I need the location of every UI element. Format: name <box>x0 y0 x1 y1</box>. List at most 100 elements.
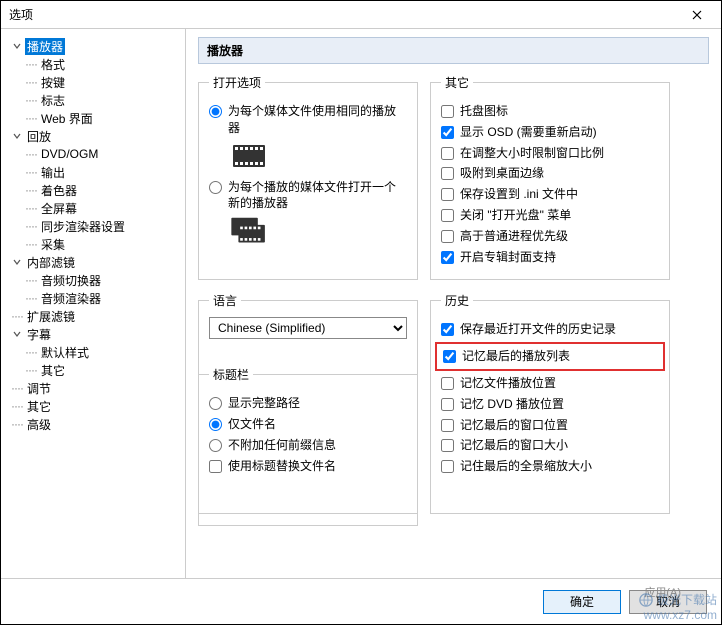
language-select[interactable]: Chinese (Simplified) <box>209 317 407 339</box>
legend-other: 其它 <box>441 74 473 91</box>
radio-filename-only-label: 仅文件名 <box>228 416 276 433</box>
chevron-down-icon[interactable] <box>11 130 23 142</box>
check-remember-win-pos[interactable] <box>441 419 454 432</box>
radio-full-path[interactable] <box>209 397 222 410</box>
chevron-down-icon[interactable] <box>11 40 23 52</box>
tree-label: 字幕 <box>25 326 53 343</box>
check-snap-desktop-label: 吸附到桌面边缘 <box>460 165 544 182</box>
radio-no-prefix-label: 不附加任何前缀信息 <box>228 437 336 454</box>
group-history: 历史 保存最近打开文件的历史记录 记忆最后的播放列表 记忆文件播放位置 记忆 D… <box>430 292 670 514</box>
tree-dots: ···· <box>25 345 37 359</box>
chevron-down-icon[interactable] <box>11 328 23 340</box>
tree-item-17[interactable]: ····默认样式 <box>5 343 181 361</box>
radio-new-player[interactable] <box>209 181 222 194</box>
tree-item-0[interactable]: 播放器 <box>5 37 181 55</box>
page-title: 播放器 <box>198 37 709 64</box>
nav-tree[interactable]: 播放器····格式····按键····标志····Web 界面回放····DVD… <box>1 29 186 578</box>
check-remember-file-pos-label: 记忆文件播放位置 <box>460 375 556 392</box>
radio-no-prefix[interactable] <box>209 439 222 452</box>
chevron-down-icon[interactable] <box>11 256 23 268</box>
group-titlebar: 标题栏 显示完整路径 仅文件名 不附加任何前缀信息 使用标题替换文件名 <box>198 366 418 526</box>
tree-label: 格式 <box>39 56 67 73</box>
tree-item-10[interactable]: ····同步渲染器设置 <box>5 217 181 235</box>
check-save-history[interactable] <box>441 323 454 336</box>
radio-same-player[interactable] <box>209 105 222 118</box>
tree-item-18[interactable]: ····其它 <box>5 361 181 379</box>
tree-item-1[interactable]: ····格式 <box>5 55 181 73</box>
tree-label: 全屏幕 <box>39 200 79 217</box>
tree-item-14[interactable]: ····音频渲染器 <box>5 289 181 307</box>
group-open-options: 打开选项 为每个媒体文件使用相同的播放器 为每个播放的媒体文件打开一个新的播放器 <box>198 74 418 280</box>
check-close-disc-menu-label: 关闭 "打开光盘" 菜单 <box>460 207 571 224</box>
tree-dots: ···· <box>25 219 37 233</box>
tree-label: 扩展滤镜 <box>25 308 77 325</box>
legend-titlebar: 标题栏 <box>209 366 253 383</box>
legend-language: 语言 <box>209 292 241 309</box>
tree-dots: ···· <box>25 147 37 161</box>
tree-item-9[interactable]: ····全屏幕 <box>5 199 181 217</box>
tree-item-13[interactable]: ····音频切换器 <box>5 271 181 289</box>
check-album-art[interactable] <box>441 251 454 264</box>
tree-item-21[interactable]: ····高级 <box>5 415 181 433</box>
tree-dots: ···· <box>25 201 37 215</box>
tree-dots: ···· <box>25 57 37 71</box>
check-remember-dvd-pos-label: 记忆 DVD 播放位置 <box>460 396 564 413</box>
film-stack-icon <box>229 216 269 246</box>
group-other: 其它 托盘图标 显示 OSD (需要重新启动) 在调整大小时限制窗口比例 吸附到… <box>430 74 670 280</box>
close-button[interactable] <box>681 5 713 25</box>
tree-dots: ···· <box>25 237 37 251</box>
check-tray-icon[interactable] <box>441 105 454 118</box>
tree-item-16[interactable]: 字幕 <box>5 325 181 343</box>
tree-label: 内部滤镜 <box>25 254 77 271</box>
tree-item-11[interactable]: ····采集 <box>5 235 181 253</box>
radio-full-path-label: 显示完整路径 <box>228 395 300 412</box>
radio-filename-only[interactable] <box>209 418 222 431</box>
tree-item-5[interactable]: 回放 <box>5 127 181 145</box>
tree-item-2[interactable]: ····按键 <box>5 73 181 91</box>
tree-label: 着色器 <box>39 182 79 199</box>
check-save-ini[interactable] <box>441 188 454 201</box>
ok-button[interactable]: 确定 <box>543 590 621 614</box>
tree-dots: ···· <box>25 93 37 107</box>
tree-item-3[interactable]: ····标志 <box>5 91 181 109</box>
tree-label: 采集 <box>39 236 67 253</box>
tree-dots: ···· <box>25 165 37 179</box>
tree-item-19[interactable]: ····调节 <box>5 379 181 397</box>
check-remember-file-pos[interactable] <box>441 377 454 390</box>
tree-label: 调节 <box>25 380 53 397</box>
tree-item-8[interactable]: ····着色器 <box>5 181 181 199</box>
check-remember-win-size[interactable] <box>441 439 454 452</box>
tree-dots: ···· <box>11 309 23 323</box>
check-use-title-label: 使用标题替换文件名 <box>228 458 336 475</box>
tree-label: 播放器 <box>25 38 65 55</box>
check-osd[interactable] <box>441 126 454 139</box>
legend-history: 历史 <box>441 292 473 309</box>
check-snap-desktop[interactable] <box>441 167 454 180</box>
highlighted-option: 记忆最后的播放列表 <box>435 342 665 371</box>
check-remember-zoom[interactable] <box>441 460 454 473</box>
check-use-title[interactable] <box>209 460 222 473</box>
tree-dots: ···· <box>25 111 37 125</box>
check-remember-playlist-label: 记忆最后的播放列表 <box>462 348 570 365</box>
window-title: 选项 <box>9 6 33 23</box>
tree-item-6[interactable]: ····DVD/OGM <box>5 145 181 163</box>
tree-item-7[interactable]: ····输出 <box>5 163 181 181</box>
tree-item-20[interactable]: ····其它 <box>5 397 181 415</box>
tree-dots: ···· <box>25 363 37 377</box>
check-remember-dvd-pos[interactable] <box>441 398 454 411</box>
footer: 确定 取消 应用(A) 极光下载站 www.xz7.com <box>1 578 721 624</box>
cancel-button[interactable]: 取消 <box>629 590 707 614</box>
check-limit-ratio[interactable] <box>441 147 454 160</box>
tree-dots: ···· <box>25 183 37 197</box>
check-high-priority[interactable] <box>441 230 454 243</box>
check-close-disc-menu[interactable] <box>441 209 454 222</box>
tree-item-4[interactable]: ····Web 界面 <box>5 109 181 127</box>
radio-same-player-label: 为每个媒体文件使用相同的播放器 <box>228 103 407 137</box>
tree-label: 音频切换器 <box>39 272 103 289</box>
check-remember-playlist[interactable] <box>443 350 456 363</box>
tree-label: 高级 <box>25 416 53 433</box>
tree-item-12[interactable]: 内部滤镜 <box>5 253 181 271</box>
check-high-priority-label: 高于普通进程优先级 <box>460 228 568 245</box>
tree-item-15[interactable]: ····扩展滤镜 <box>5 307 181 325</box>
tree-label: 标志 <box>39 92 67 109</box>
